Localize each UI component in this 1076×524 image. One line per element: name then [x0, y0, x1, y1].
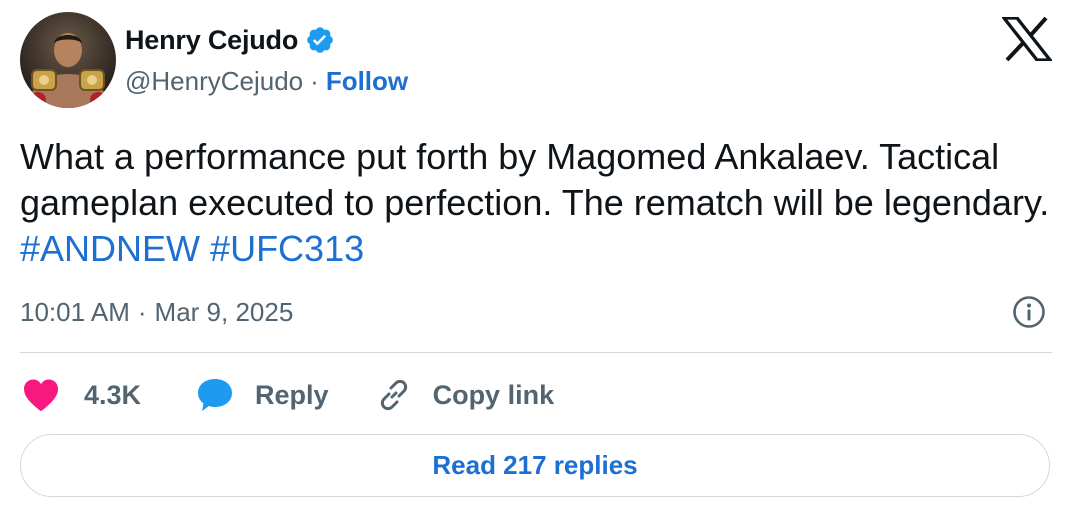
author-name-row: Henry Cejudo	[125, 22, 335, 58]
author-handle-row: @HenryCejudo · Follow	[125, 63, 408, 99]
verified-badge-icon	[305, 25, 335, 55]
author-display-name[interactable]: Henry Cejudo	[125, 25, 298, 56]
avatar[interactable]	[20, 12, 116, 108]
timestamp-separator: ·	[137, 296, 147, 327]
copy-link-label: Copy link	[432, 379, 555, 410]
handle-separator: ·	[310, 65, 319, 96]
copy-link-button[interactable]: Copy link	[375, 376, 555, 414]
tweet-body: What a performance put forth by Magomed …	[20, 136, 1050, 223]
tweet-timestamp[interactable]: 10:01 AM · Mar 9, 2025	[20, 294, 293, 330]
follow-button[interactable]: Follow	[326, 66, 408, 97]
read-replies-label: Read 217 replies	[432, 450, 638, 480]
tweet-date: Mar 9, 2025	[154, 296, 294, 327]
hashtag-link[interactable]: #UFC313	[210, 228, 364, 269]
like-button[interactable]: 4.3K	[20, 376, 141, 414]
hashtag-link[interactable]: #ANDNEW	[20, 228, 200, 269]
action-bar: 4.3K Reply Copy link	[20, 375, 554, 415]
read-replies-button[interactable]: Read 217 replies	[20, 434, 1050, 497]
avatar-photo	[20, 12, 116, 108]
divider	[20, 352, 1052, 353]
reply-button[interactable]: Reply	[195, 376, 329, 414]
link-icon	[375, 376, 413, 414]
x-logo-icon[interactable]	[1000, 16, 1054, 62]
tweet-text: What a performance put forth by Magomed …	[20, 134, 1060, 272]
reply-bubble-icon	[195, 376, 235, 414]
heart-icon	[20, 376, 62, 414]
tweet-time: 10:01 AM	[20, 296, 130, 327]
reply-label: Reply	[255, 379, 329, 410]
like-count: 4.3K	[84, 379, 142, 410]
info-icon[interactable]	[1012, 295, 1046, 329]
author-handle[interactable]: @HenryCejudo	[125, 66, 303, 97]
